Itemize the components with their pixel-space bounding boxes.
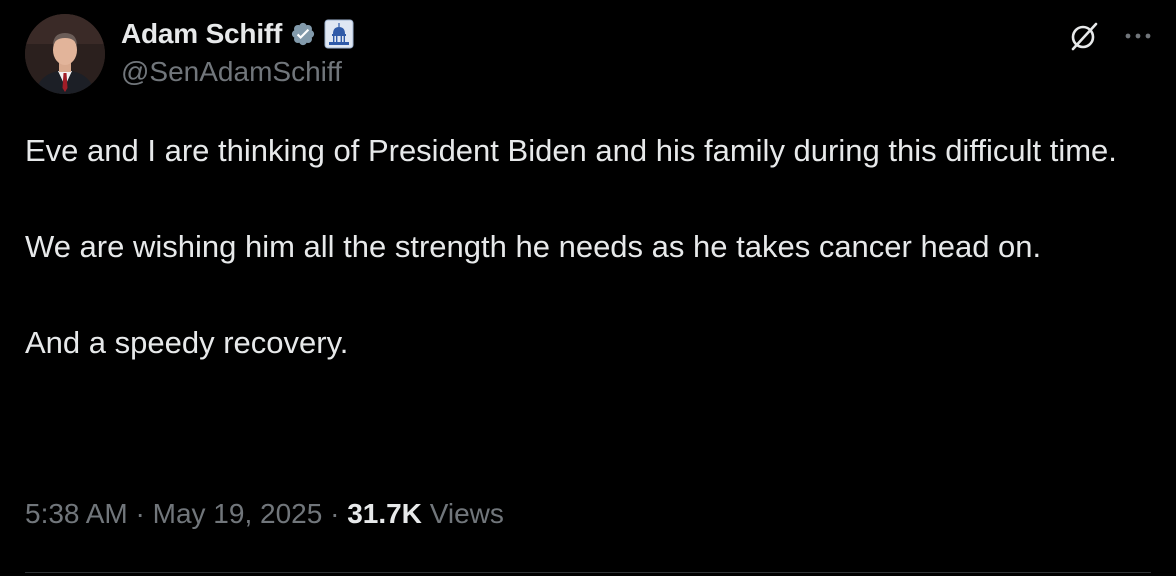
meta-separator: ·: [135, 498, 145, 529]
verified-badge-icon[interactable]: [290, 21, 316, 47]
tweet-date[interactable]: May 19, 2025: [153, 498, 323, 529]
grok-icon[interactable]: [1066, 18, 1102, 54]
tweet-time[interactable]: 5:38 AM: [25, 498, 128, 529]
tweet-paragraph: We are wishing him all the strength he n…: [25, 229, 1042, 264]
avatar[interactable]: [25, 14, 105, 94]
meta-separator: ·: [330, 498, 340, 529]
more-options-icon[interactable]: [1120, 18, 1156, 54]
tweet-paragraph: And a speedy recovery.: [25, 325, 349, 360]
author-handle[interactable]: @SenAdamSchiff: [121, 56, 342, 88]
author-name-row: Adam Schiff: [121, 14, 354, 54]
tweet-metadata: 5:38 AM · May 19, 2025 · 31.7K Views: [25, 498, 504, 530]
tweet-card: Adam Schiff @SenAdamSchiff Eve and I are…: [0, 0, 1176, 576]
tweet-paragraph: Eve and I are thinking of President Bide…: [25, 133, 1117, 168]
views-count[interactable]: 31.7K: [347, 498, 422, 529]
divider: [25, 572, 1151, 573]
tweet-text: Eve and I are thinking of President Bide…: [25, 127, 1135, 367]
views-label[interactable]: Views: [430, 498, 504, 529]
capitol-building-icon[interactable]: [324, 19, 354, 49]
author-display-name[interactable]: Adam Schiff: [121, 18, 282, 50]
